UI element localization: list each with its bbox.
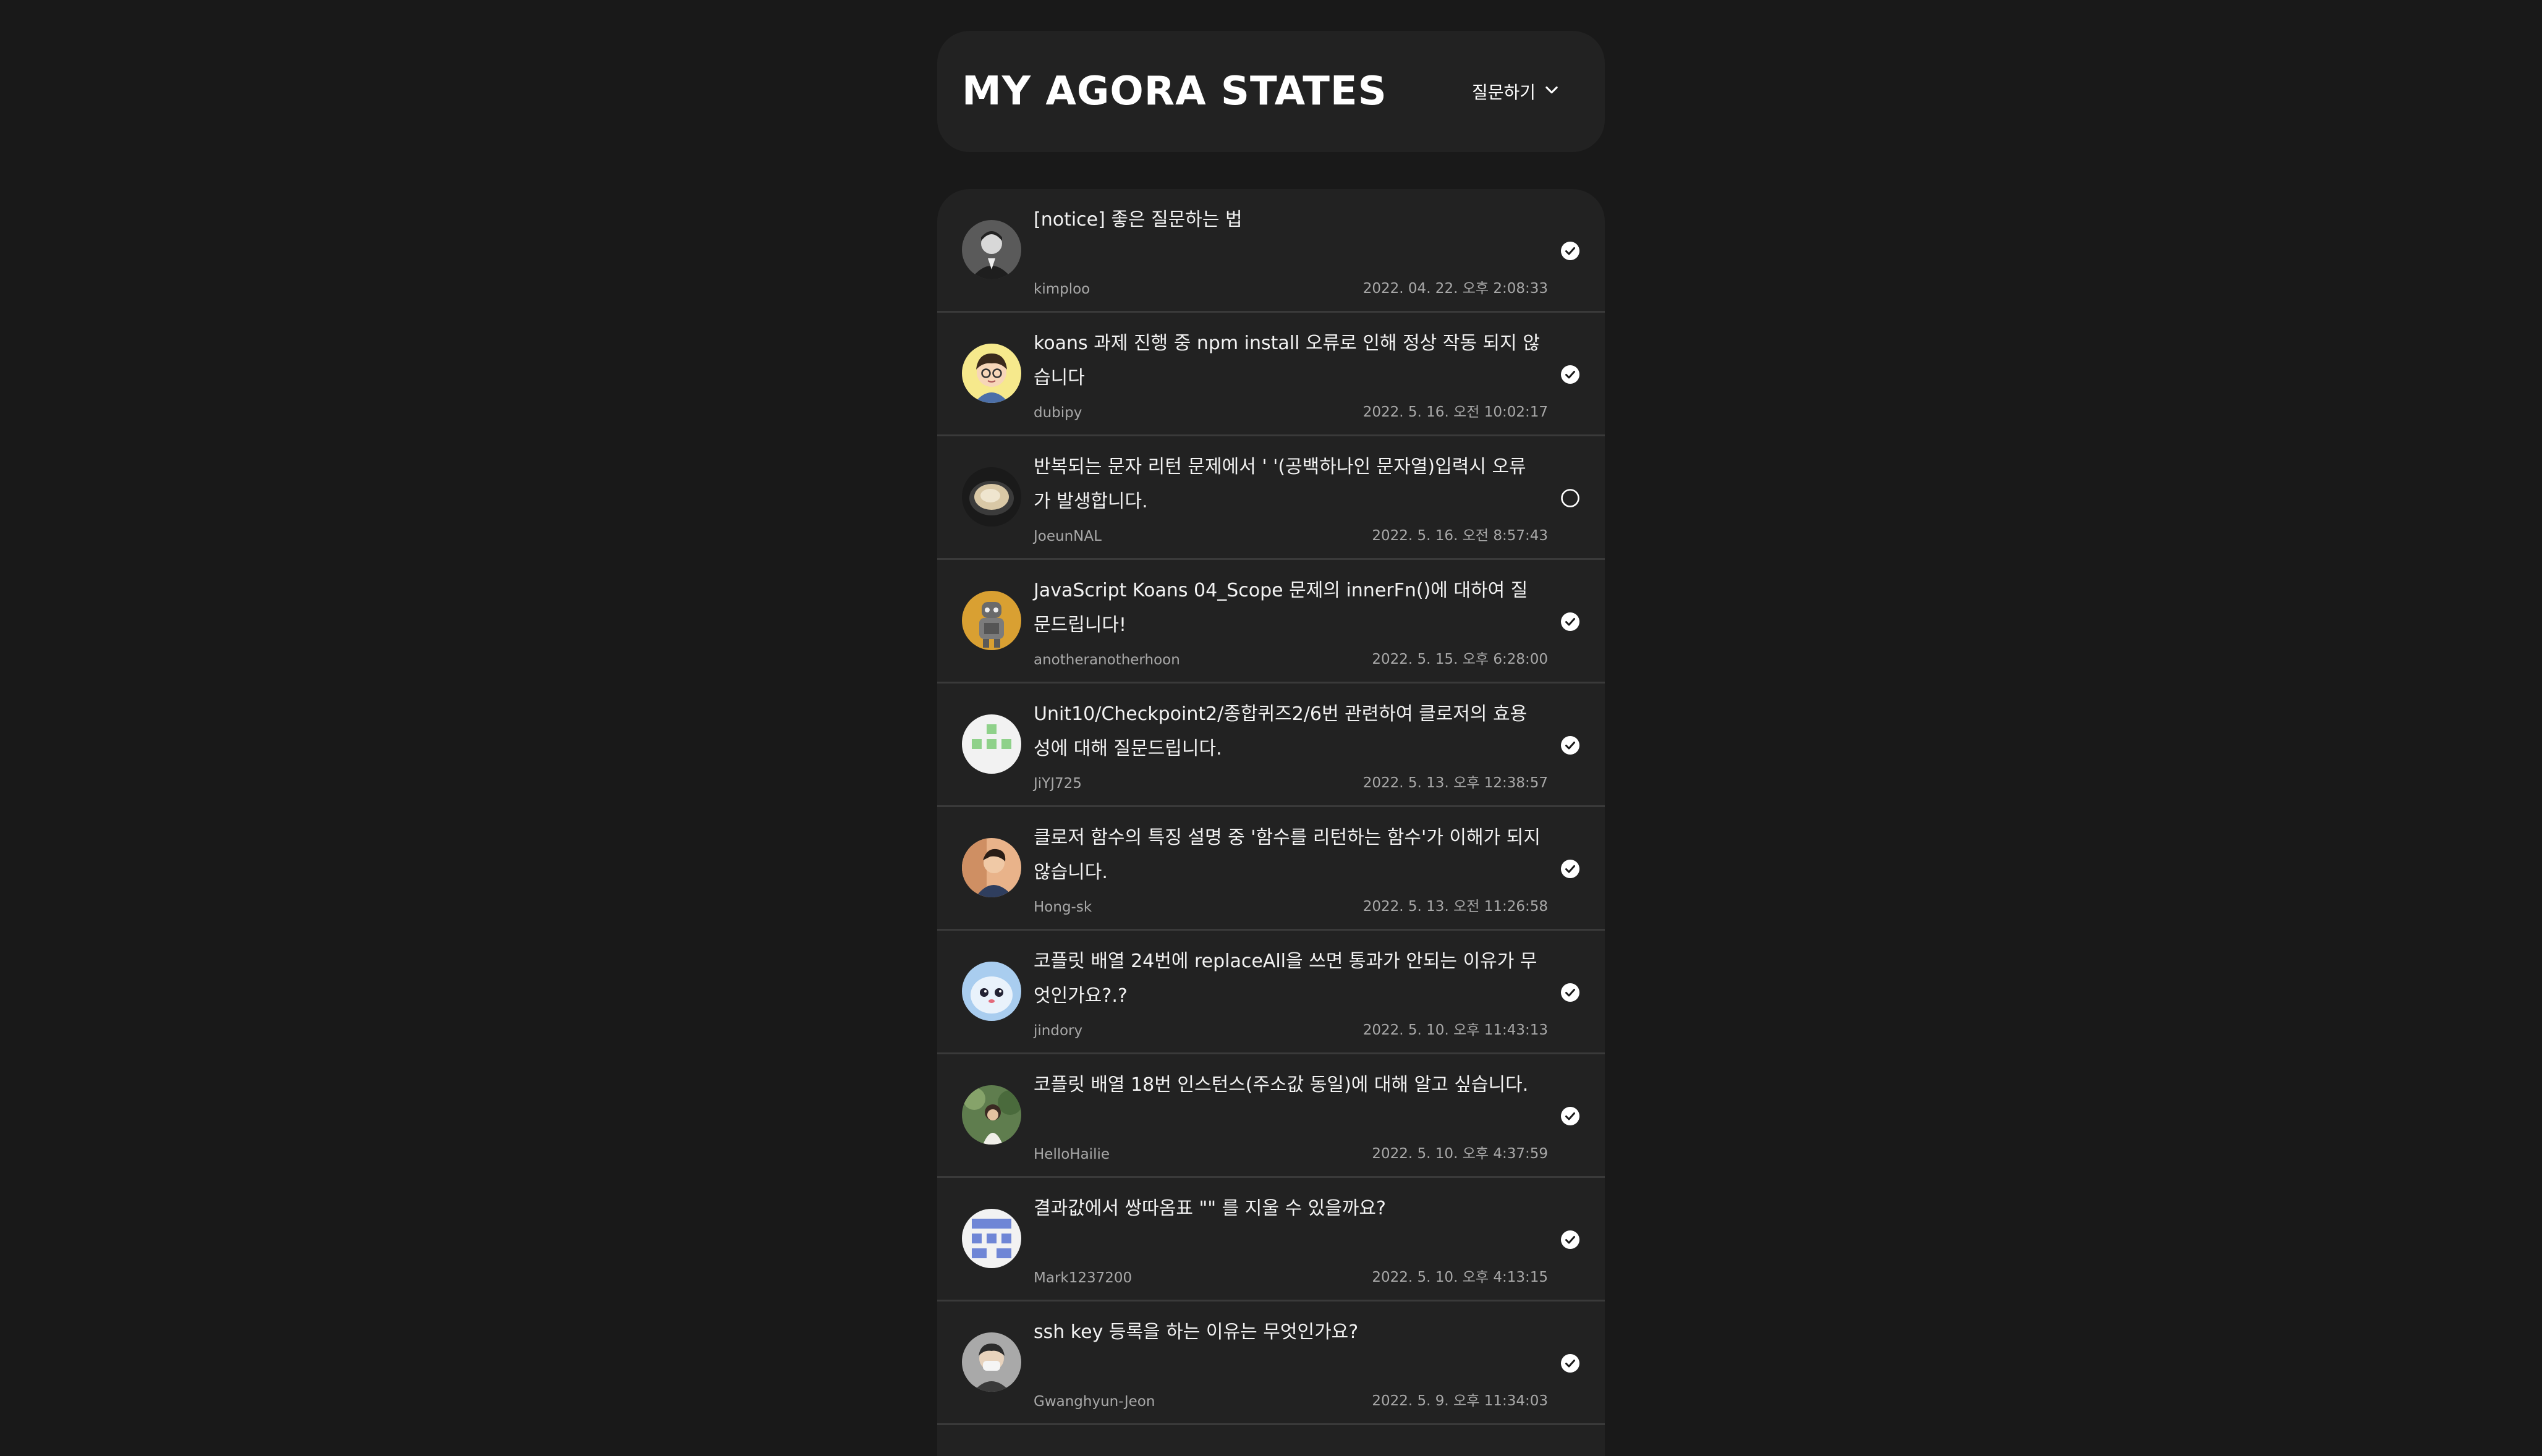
discussion-item[interactable]: 클로저 함수의 특징 설명 중 '함수를 리턴하는 함수'가 이해가 되지 않습… <box>937 807 1605 931</box>
avatar <box>962 1085 1021 1145</box>
discussion-date: 2022. 5. 9. 오후 11:34:03 <box>1372 1393 1548 1409</box>
avatar <box>962 467 1021 527</box>
avatar <box>962 220 1021 279</box>
discussion-item[interactable]: 결과값에서 쌍따옴표 "" 를 지울 수 있을까요? Mark1237200 2… <box>937 1178 1605 1302</box>
discussion-author: Gwanghyun-Jeon <box>1034 1394 1155 1410</box>
ask-question-label: 질문하기 <box>1471 82 1536 103</box>
discussion-date: 2022. 5. 13. 오전 11:26:58 <box>1362 899 1548 915</box>
discussion-item[interactable]: Unit10/Checkpoint2/종합퀴즈2/6번 관련하여 클로저의 효용… <box>937 684 1605 807</box>
discussion-title[interactable]: 결과값에서 쌍따옴표 "" 를 지울 수 있을까요? <box>1034 1191 1541 1226</box>
answered-check-icon <box>1560 735 1580 755</box>
answered-check-icon <box>1560 1230 1580 1250</box>
answered-check-icon <box>1560 1106 1580 1126</box>
discussion-title[interactable]: 코플릿 배열 18번 인스턴스(주소값 동일)에 대해 알고 싶습니다. <box>1034 1068 1541 1103</box>
discussion-date: 2022. 5. 16. 오전 8:57:43 <box>1372 528 1548 544</box>
avatar <box>962 962 1021 1021</box>
answered-check-icon <box>1560 612 1580 632</box>
discussion-author: dubipy <box>1034 405 1082 421</box>
discussion-author: jindory <box>1034 1023 1083 1039</box>
avatar <box>962 1332 1021 1392</box>
discussion-author: Hong-sk <box>1034 899 1092 915</box>
avatar <box>962 838 1021 897</box>
discussion-date: 2022. 04. 22. 오후 2:08:33 <box>1362 281 1548 297</box>
discussion-item[interactable]: 코플릿 배열 24번에 replaceAll을 쓰면 통과가 안되는 이유가 무… <box>937 931 1605 1054</box>
discussion-date: 2022. 5. 10. 오후 4:37:59 <box>1372 1146 1548 1162</box>
avatar <box>962 344 1021 403</box>
ask-question-button[interactable]: 질문하기 <box>1472 79 1560 104</box>
discussion-item[interactable]: koans 과제 진행 중 npm install 오류로 인해 정상 작동 되… <box>937 313 1605 436</box>
avatar <box>962 591 1021 650</box>
app-container: MY AGORA STATES 질문하기 [notice] 좋은 질문하는 법 … <box>937 31 1605 1456</box>
discussion-title[interactable]: Unit10/Checkpoint2/종합퀴즈2/6번 관련하여 클로저의 효용… <box>1034 697 1541 766</box>
header-panel: MY AGORA STATES 질문하기 <box>937 31 1605 152</box>
discussion-item[interactable]: JavaScript Koans 04_Scope 문제의 innerFn()에… <box>937 560 1605 684</box>
discussion-item[interactable]: 반복되는 문자 리턴 문제에서 ' '(공백하나인 문자열)입력시 오류가 발생… <box>937 436 1605 560</box>
answered-check-icon <box>1560 859 1580 879</box>
unanswered-circle-icon <box>1560 488 1580 508</box>
discussion-author: Mark1237200 <box>1034 1270 1133 1286</box>
discussion-author: anotheranotherhoon <box>1034 652 1180 668</box>
discussion-title[interactable]: koans 과제 진행 중 npm install 오류로 인해 정상 작동 되… <box>1034 326 1541 396</box>
discussion-date: 2022. 5. 15. 오후 6:28:00 <box>1372 651 1548 667</box>
discussion-author: kimploo <box>1034 281 1090 297</box>
discussion-item[interactable]: [notice] 좋은 질문하는 법 kimploo 2022. 04. 22.… <box>937 189 1605 313</box>
discussion-date: 2022. 5. 10. 오후 11:43:13 <box>1362 1022 1548 1038</box>
answered-check-icon <box>1560 983 1580 1002</box>
discussion-date: 2022. 5. 13. 오후 12:38:57 <box>1362 775 1548 791</box>
discussion-title[interactable]: 코플릿 배열 24번에 replaceAll을 쓰면 통과가 안되는 이유가 무… <box>1034 944 1541 1014</box>
discussion-title[interactable]: ssh key 등록을 하는 이유는 무엇인가요? <box>1034 1315 1541 1350</box>
discussion-author: JiYJ725 <box>1034 776 1082 792</box>
discussion-author: HelloHailie <box>1034 1146 1110 1162</box>
chevron-down-icon <box>1543 81 1560 103</box>
avatar <box>962 1209 1021 1268</box>
discussion-title[interactable]: 반복되는 문자 리턴 문제에서 ' '(공백하나인 문자열)입력시 오류가 발생… <box>1034 450 1541 519</box>
discussion-item[interactable]: 코플릿 배열 18번 인스턴스(주소값 동일)에 대해 알고 싶습니다. Hel… <box>937 1054 1605 1178</box>
discussion-author: JoeunNAL <box>1034 528 1102 544</box>
discussion-title[interactable]: 클로저 함수의 특징 설명 중 '함수를 리턴하는 함수'가 이해가 되지 않습… <box>1034 821 1541 890</box>
discussion-date: 2022. 5. 10. 오후 4:13:15 <box>1372 1269 1548 1285</box>
discussion-list: [notice] 좋은 질문하는 법 kimploo 2022. 04. 22.… <box>937 189 1605 1456</box>
discussion-title[interactable]: [notice] 좋은 질문하는 법 <box>1034 203 1541 237</box>
discussion-date: 2022. 5. 16. 오전 10:02:17 <box>1362 404 1548 420</box>
discussion-title[interactable]: JavaScript Koans 04_Scope 문제의 innerFn()에… <box>1034 574 1541 643</box>
answered-check-icon <box>1560 1353 1580 1373</box>
answered-check-icon <box>1560 241 1580 261</box>
answered-check-icon <box>1560 365 1580 384</box>
discussion-item[interactable]: ssh key 등록을 하는 이유는 무엇인가요? Gwanghyun-Jeon… <box>937 1302 1605 1425</box>
avatar <box>962 714 1021 774</box>
page-title: MY AGORA STATES <box>962 69 1387 114</box>
